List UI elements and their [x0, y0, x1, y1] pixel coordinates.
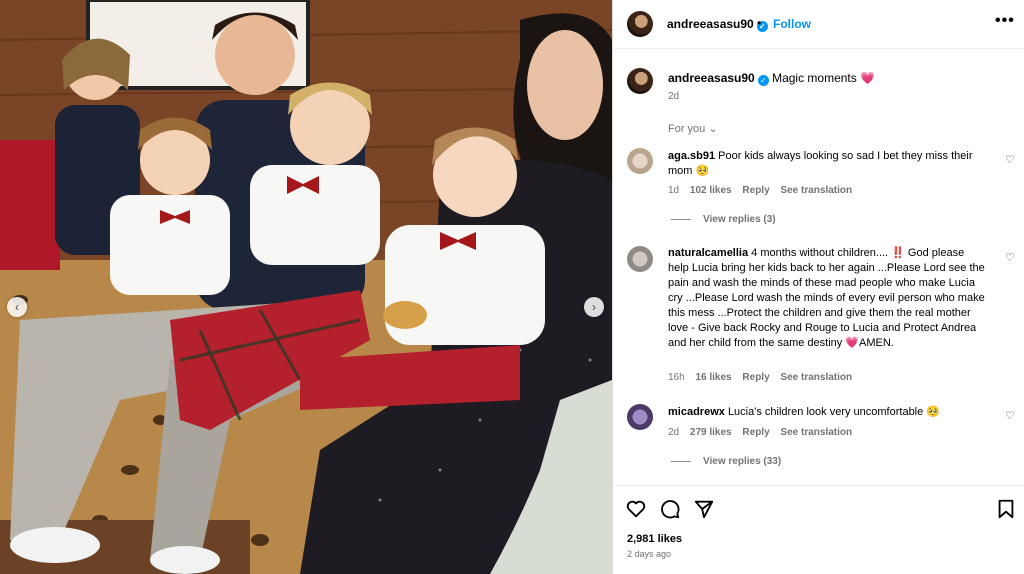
sort-label: For you	[668, 123, 706, 135]
post-header: andreeasasu90 ✓ • Follow •••	[613, 0, 1024, 49]
reply-button[interactable]: Reply	[742, 427, 769, 438]
comment-sort-dropdown[interactable]: For you ⌄	[668, 122, 718, 135]
likes-count[interactable]: 2,981 likes	[627, 533, 682, 545]
see-translation-button[interactable]: See translation	[780, 427, 852, 438]
comment-item: micadrewx Lucia's children look very unc…	[668, 405, 988, 420]
heart-emoji-icon: 💗	[860, 71, 876, 85]
chevron-left-icon[interactable]: ‹	[7, 297, 27, 317]
comment-username[interactable]: naturalcamellia	[668, 247, 748, 259]
see-translation-button[interactable]: See translation	[780, 185, 852, 196]
commenter-avatar[interactable]	[627, 404, 653, 430]
comment-username[interactable]: micadrewx	[668, 406, 725, 418]
view-replies-button[interactable]: View replies (33)	[671, 456, 781, 467]
post-actions: 2,981 likes 2 days ago	[613, 485, 1024, 574]
comment-text: 4 months without children.... ‼️ God ple…	[668, 247, 985, 349]
post-caption: andreeasasu90 ✓ Magic moments 💗	[668, 71, 875, 86]
see-translation-button[interactable]: See translation	[780, 372, 852, 383]
heart-icon[interactable]	[625, 498, 647, 520]
comment-item: aga.sb91 Poor kids always looking so sad…	[668, 149, 988, 179]
comment-time[interactable]: 2d	[668, 427, 679, 438]
heart-icon[interactable]: ♡	[1005, 153, 1015, 166]
caption-text: Magic moments	[772, 71, 857, 85]
comment-meta: 16h 16 likes Reply See translation	[668, 372, 860, 383]
username-label[interactable]: andreeasasu90	[667, 17, 754, 31]
post-sidebar: andreeasasu90 ✓ • Follow ••• andreeasasu9…	[612, 0, 1024, 574]
reply-button[interactable]: Reply	[742, 372, 769, 383]
heart-icon[interactable]: ♡	[1005, 251, 1015, 264]
commenter-avatar[interactable]	[627, 148, 653, 174]
post-photo: ‹ ›	[0, 0, 612, 574]
caption-avatar[interactable]	[627, 68, 653, 94]
comment-time[interactable]: 16h	[668, 372, 685, 383]
reply-button[interactable]: Reply	[742, 185, 769, 196]
comment-likes[interactable]: 102 likes	[690, 185, 732, 196]
chevron-right-icon[interactable]: ›	[584, 297, 604, 317]
more-icon[interactable]: •••	[995, 12, 1015, 30]
comment-likes[interactable]: 16 likes	[695, 372, 731, 383]
bookmark-icon[interactable]	[995, 498, 1017, 520]
post-date[interactable]: 2 days ago	[627, 549, 671, 559]
comment-item: naturalcamellia 4 months without childre…	[668, 246, 988, 351]
share-icon[interactable]	[693, 498, 715, 520]
comment-text: Lucia's children look very uncomfortable…	[727, 406, 940, 418]
chevron-down-icon: ⌄	[708, 123, 718, 135]
avatar[interactable]	[627, 11, 653, 37]
comment-icon[interactable]	[659, 498, 681, 520]
follow-button[interactable]: Follow	[773, 17, 811, 31]
comment-likes[interactable]: 279 likes	[690, 427, 732, 438]
family-photo-illustration	[0, 0, 612, 574]
separator-dot: •	[757, 16, 762, 30]
view-replies-button[interactable]: View replies (3)	[671, 214, 776, 225]
commenter-avatar[interactable]	[627, 246, 653, 272]
caption-time[interactable]: 2d	[668, 91, 679, 102]
username-link[interactable]: andreeasasu90 ✓	[667, 17, 768, 32]
caption-username[interactable]: andreeasasu90	[668, 71, 755, 85]
verified-badge-icon: ✓	[757, 75, 769, 86]
comment-meta: 2d 279 likes Reply See translation	[668, 427, 860, 438]
comment-username[interactable]: aga.sb91	[668, 150, 715, 162]
comment-meta: 1d 102 likes Reply See translation	[668, 185, 860, 196]
heart-icon[interactable]: ♡	[1005, 409, 1015, 422]
comment-time[interactable]: 1d	[668, 185, 679, 196]
